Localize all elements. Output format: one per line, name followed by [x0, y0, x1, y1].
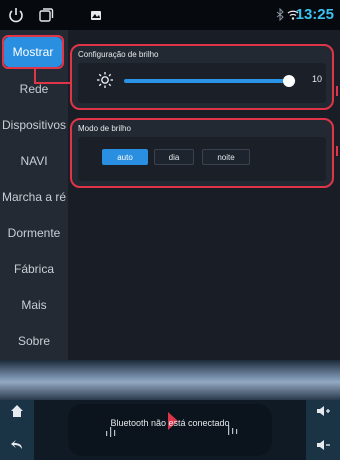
sidebar-item-dispositivos[interactable]: Dispositivos	[0, 110, 68, 140]
sidebar-item-sobre[interactable]: Sobre	[0, 326, 68, 356]
brightness-slider-thumb[interactable]	[283, 75, 296, 87]
brightness-slider-area: 10	[78, 63, 326, 103]
sidebar-highlight	[2, 35, 64, 69]
mode-noite-button[interactable]: noite	[202, 149, 250, 165]
sidebar-item-fabrica[interactable]: Fábrica	[0, 254, 68, 284]
brightness-mode-options: auto dia noite	[78, 137, 326, 181]
bluetooth-icon	[276, 7, 284, 22]
callout-line	[336, 86, 338, 96]
brightness-slider-fill	[124, 79, 290, 83]
sidebar-item-navi[interactable]: NAVI	[0, 146, 68, 176]
background-blur-strip	[0, 360, 340, 400]
clock: 13:25	[295, 6, 334, 23]
brightness-mode-panel: Modo de brilho auto dia noite	[70, 118, 334, 188]
brightness-title: Configuração de brilho	[78, 50, 159, 59]
brightness-panel: Configuração de brilho 10	[70, 44, 334, 110]
back-icon[interactable]	[10, 438, 24, 452]
callout-line	[34, 82, 70, 84]
bluetooth-status-text: Bluetooth não está conectado	[110, 418, 230, 428]
callout-line	[336, 146, 338, 156]
power-icon[interactable]	[8, 6, 24, 24]
mode-dia-button[interactable]: dia	[154, 149, 194, 165]
windows-icon[interactable]	[38, 6, 54, 24]
sidebar-item-dormente[interactable]: Dormente	[0, 218, 68, 248]
sidebar-item-marcha-a-re[interactable]: Marcha a ré	[0, 182, 68, 212]
volume-up-icon[interactable]	[316, 404, 330, 418]
sidebar-item-mais[interactable]: Mais	[0, 290, 68, 320]
brightness-value: 10	[312, 74, 323, 84]
callout-line	[34, 69, 36, 83]
image-icon	[91, 11, 101, 20]
mode-auto-button[interactable]: auto	[102, 149, 148, 165]
status-bar: 13:25	[0, 0, 340, 30]
brightness-slider[interactable]	[124, 75, 296, 87]
brightness-sun-icon	[97, 72, 113, 88]
brightness-mode-title: Modo de brilho	[78, 124, 131, 133]
volume-down-icon[interactable]	[316, 438, 330, 452]
home-icon[interactable]	[10, 404, 24, 418]
